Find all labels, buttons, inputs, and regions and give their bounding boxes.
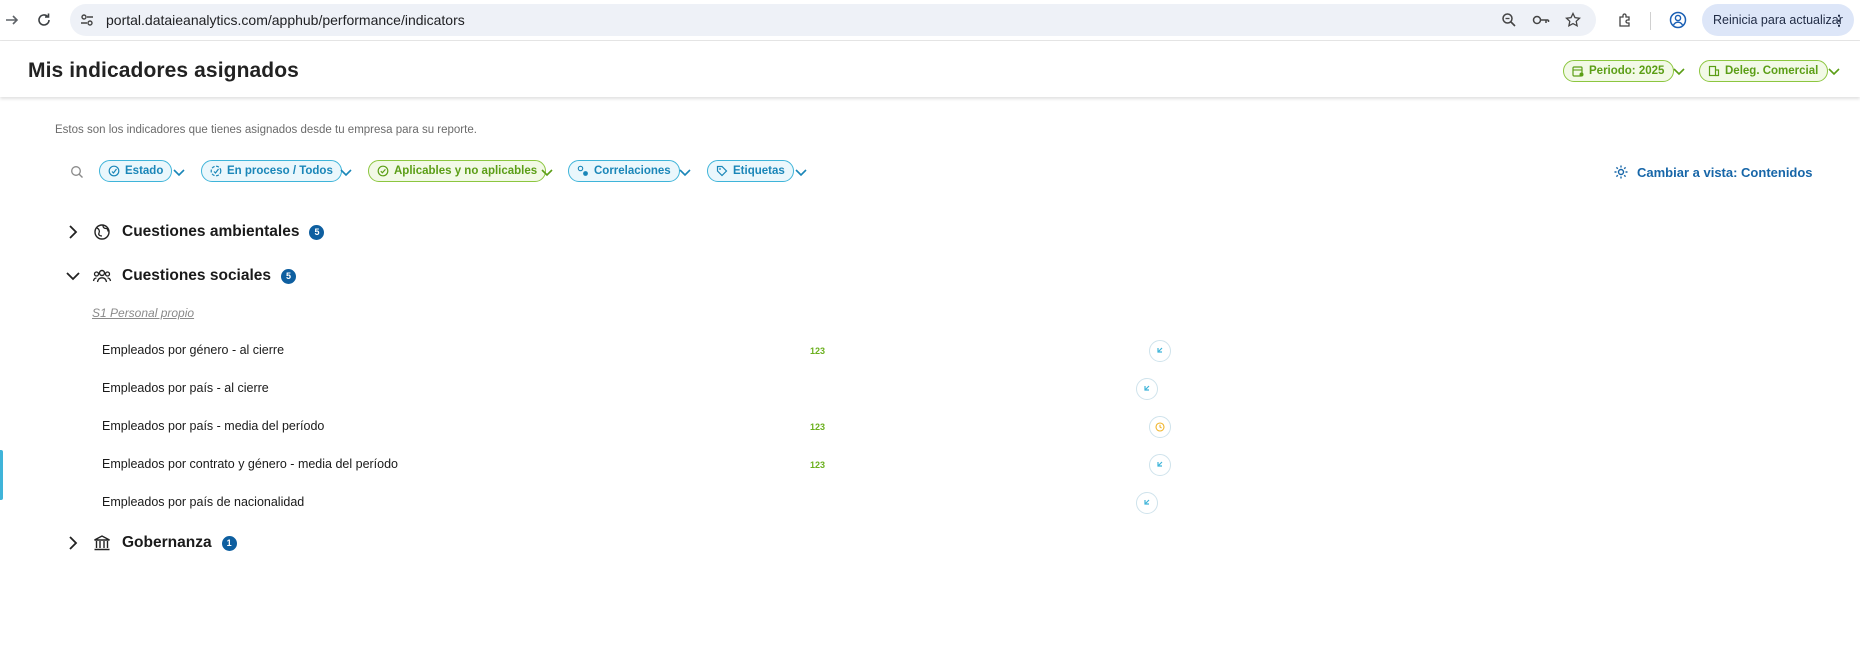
section-environmental-count-badge: 5 — [309, 224, 325, 240]
pending-clock-icon — [1155, 422, 1165, 432]
search-icon[interactable] — [70, 165, 84, 179]
change-view-label: Cambiar a vista: Contenidos — [1637, 164, 1813, 180]
filter-bar: Estado En proceso / Todos Aplicables y n… — [0, 160, 1860, 184]
filter-tags-chevron-down-icon[interactable] — [794, 165, 808, 179]
section-governance-count-badge: 1 — [221, 535, 237, 551]
progress-arrow-icon — [1144, 499, 1150, 505]
filter-estado[interactable]: Estado — [99, 160, 173, 182]
filter-progress[interactable]: En proceso / Todos — [201, 160, 342, 182]
filter-correlations-chevron-down-icon[interactable] — [678, 165, 692, 179]
tag-icon — [716, 165, 728, 177]
indicator-label[interactable]: Empleados por país de nacionalidad — [102, 495, 304, 509]
section-governance[interactable]: Gobernanza 1 — [64, 531, 237, 555]
progress-icon — [210, 165, 222, 177]
section-governance-title: Gobernanza — [122, 534, 212, 551]
calendar-icon — [1572, 66, 1584, 77]
numeric-type-tag: 123 — [810, 460, 826, 470]
browser-toolbar: portal.dataieanalytics.com/apphub/perfor… — [0, 0, 1860, 41]
subgroup-link[interactable]: S1 Personal propio — [92, 306, 194, 320]
app-header: Mis indicadores asignados Periodo: 2025 … — [0, 41, 1860, 97]
indicator-row[interactable]: Empleados por país - al cierre — [102, 378, 1182, 400]
indicator-row[interactable]: Empleados por contrato y género - media … — [102, 454, 1182, 476]
password-key-icon[interactable] — [1532, 11, 1550, 29]
section-social-count-badge: 5 — [281, 268, 297, 284]
correlation-icon — [577, 165, 588, 176]
delegation-chevron-down-icon[interactable] — [1827, 64, 1841, 78]
delegation-label: Deleg. Comercial — [1725, 65, 1819, 77]
filter-tags[interactable]: Etiquetas — [707, 160, 794, 182]
chevron-down-icon[interactable] — [64, 267, 82, 285]
period-chevron-down-icon[interactable] — [1672, 64, 1686, 78]
period-label: Periodo: 2025 — [1589, 65, 1665, 77]
address-bar[interactable]: portal.dataieanalytics.com/apphub/perfor… — [70, 4, 1596, 36]
restart-to-update-button[interactable]: Reinicia para actualizar ⋮ — [1702, 4, 1854, 36]
leaf-globe-icon — [94, 224, 110, 240]
site-settings-icon[interactable] — [78, 11, 96, 29]
section-environmental-title: Cuestiones ambientales — [122, 223, 300, 240]
filter-applicable[interactable]: Aplicables y no aplicables — [368, 160, 547, 182]
toolbar-divider — [1650, 12, 1651, 30]
status-indicator[interactable] — [1149, 416, 1171, 438]
people-group-icon — [92, 269, 112, 283]
indicator-label[interactable]: Empleados por país - al cierre — [102, 381, 269, 395]
restart-to-update-label: Reinicia para actualizar — [1713, 13, 1843, 27]
building-icon — [1708, 65, 1720, 77]
extensions-icon[interactable] — [1613, 8, 1637, 32]
reload-icon[interactable] — [32, 8, 56, 32]
status-icon — [108, 165, 120, 177]
filter-applicable-label: Aplicables y no aplicables — [394, 165, 538, 177]
change-view-button[interactable]: Cambiar a vista: Contenidos — [1613, 164, 1813, 180]
period-selector[interactable]: Periodo: 2025 — [1563, 60, 1675, 82]
section-environmental[interactable]: Cuestiones ambientales 5 — [64, 220, 325, 244]
filter-applicable-chevron-down-icon[interactable] — [540, 165, 554, 179]
indicator-row[interactable]: Empleados por país - media del período 1… — [102, 416, 1182, 438]
numeric-type-tag: 123 — [810, 422, 826, 432]
section-social[interactable]: Cuestiones sociales 5 — [64, 264, 297, 288]
zoom-icon[interactable] — [1500, 11, 1518, 29]
indicator-row[interactable]: Empleados por país de nacionalidad — [102, 492, 1182, 514]
section-social-title: Cuestiones sociales — [122, 267, 272, 284]
filter-correlations[interactable]: Correlaciones — [568, 160, 680, 182]
url-text[interactable]: portal.dataieanalytics.com/apphub/perfor… — [106, 12, 465, 28]
filter-tags-label: Etiquetas — [733, 165, 785, 177]
page-title: Mis indicadores asignados — [28, 59, 299, 82]
delegation-selector[interactable]: Deleg. Comercial — [1699, 60, 1829, 82]
institution-building-icon — [94, 535, 110, 551]
filter-progress-label: En proceso / Todos — [227, 165, 333, 177]
filter-estado-chevron-down-icon[interactable] — [172, 165, 186, 179]
status-indicator[interactable] — [1149, 454, 1171, 476]
progress-arrow-icon — [1157, 461, 1163, 467]
filter-progress-chevron-down-icon[interactable] — [339, 165, 353, 179]
filter-correlations-label: Correlaciones — [594, 165, 671, 177]
bookmark-star-icon[interactable] — [1564, 11, 1582, 29]
indicator-label[interactable]: Empleados por género - al cierre — [102, 343, 284, 357]
filter-estado-label: Estado — [125, 165, 164, 177]
progress-arrow-icon — [1144, 385, 1150, 391]
status-indicator[interactable] — [1136, 378, 1158, 400]
chevron-right-icon[interactable] — [64, 223, 82, 241]
progress-arrow-icon — [1157, 347, 1163, 353]
intro-text: Estos son los indicadores que tienes asi… — [55, 124, 477, 136]
indicator-row[interactable]: Empleados por género - al cierre 123 — [102, 340, 1182, 362]
check-circle-icon — [377, 165, 389, 177]
status-indicator[interactable] — [1136, 492, 1158, 514]
indicator-label[interactable]: Empleados por país - media del período — [102, 419, 324, 433]
chevron-right-icon[interactable] — [64, 534, 82, 552]
numeric-type-tag: 123 — [810, 346, 826, 356]
more-menu-icon[interactable]: ⋮ — [1832, 12, 1846, 29]
settings-gear-icon — [1614, 165, 1628, 179]
status-indicator[interactable] — [1149, 340, 1171, 362]
profile-icon[interactable] — [1666, 8, 1690, 32]
scroll-edge-accent — [0, 450, 3, 500]
indicator-label[interactable]: Empleados por contrato y género - media … — [102, 457, 398, 471]
forward-icon[interactable] — [0, 8, 24, 32]
